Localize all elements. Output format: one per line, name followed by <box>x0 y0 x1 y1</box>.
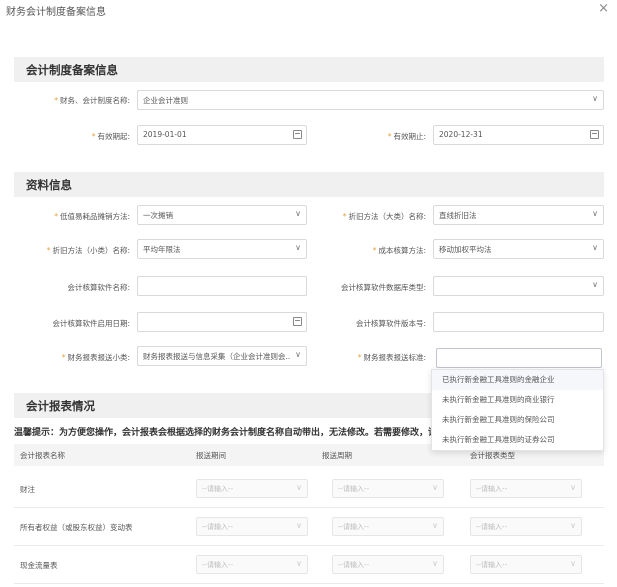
report-std-select[interactable] <box>436 348 602 368</box>
dropdown-option[interactable]: 已执行新金融工具准则的金融企业 <box>432 370 603 390</box>
period-select[interactable]: --请输入-- ∨ <box>196 517 308 536</box>
period-select[interactable]: --请输入-- ∨ <box>196 479 308 498</box>
chevron-down-icon: ∨ <box>296 521 302 530</box>
sw-date-picker[interactable] <box>137 312 307 332</box>
cycle-select[interactable]: --请输入-- ∨ <box>332 555 444 574</box>
section-title: 资料信息 <box>26 178 72 192</box>
report-name: 现金流量表 <box>20 561 58 570</box>
title-bar: 财务会计制度备案信息 × <box>0 0 617 20</box>
valid-from-date[interactable]: 2019-01-01 <box>137 125 307 145</box>
cycle-select[interactable]: --请输入-- ∨ <box>332 479 444 498</box>
system-name-select[interactable]: 企业会计准则 ∨ <box>137 90 604 110</box>
type-select[interactable]: --请输入-- ∨ <box>470 479 582 498</box>
column-header: 报送周期 <box>322 451 352 460</box>
calendar-icon <box>293 317 302 326</box>
sw-name-input[interactable] <box>137 276 307 296</box>
hint-text: 温馨提示：为方便您操作，会计报表会根据选择的财务会计制度名称自动带出，无法修改。… <box>14 428 438 438</box>
dropdown-option[interactable]: 未执行新金融工具准则的保险公司 <box>432 410 603 430</box>
sw-name-label: 会计核算软件名称: <box>67 283 130 292</box>
chevron-down-icon: ∨ <box>295 243 301 252</box>
dropdown-option[interactable]: 未执行新金融工具准则的证券公司 <box>432 430 603 450</box>
required-icon: * <box>372 246 377 255</box>
calendar-icon <box>590 130 599 139</box>
dep-minor-select[interactable]: 平均年限法 ∨ <box>137 239 307 259</box>
report-name: 财注 <box>20 485 35 494</box>
required-icon: * <box>387 132 392 141</box>
section-title: 会计报表情况 <box>26 399 95 413</box>
chevron-down-icon: ∨ <box>592 94 598 103</box>
report-minor-label: * 财务报表报送小类: <box>61 353 130 362</box>
column-header: 报送期间 <box>196 451 226 460</box>
report-std-dropdown: 已执行新金融工具准则的金融企业 未执行新金融工具准则的商业银行 未执行新金融工具… <box>431 369 604 451</box>
section-title: 会计制度备案信息 <box>26 63 118 77</box>
chevron-down-icon: ∨ <box>296 559 302 568</box>
period-select[interactable]: --请输入-- ∨ <box>196 555 308 574</box>
chevron-down-icon: ∨ <box>592 243 598 252</box>
chevron-down-icon: ∨ <box>295 350 301 359</box>
required-icon: * <box>357 353 362 362</box>
type-select[interactable]: --请输入-- ∨ <box>470 555 582 574</box>
chevron-down-icon: ∨ <box>432 483 438 492</box>
cost-method-select[interactable]: 移动加权平均法 ∨ <box>433 239 604 259</box>
chevron-down-icon: ∨ <box>432 559 438 568</box>
sw-db-select[interactable]: ∨ <box>433 276 604 296</box>
required-icon: * <box>54 96 58 105</box>
dep-major-select[interactable]: 直线折旧法 ∨ <box>433 205 604 225</box>
chevron-down-icon: ∨ <box>570 483 576 492</box>
table-row: 现金流量表 --请输入-- ∨ --请输入-- ∨ --请输入-- ∨ <box>14 546 604 584</box>
column-header: 会计报表名称 <box>20 451 65 460</box>
window-title: 财务会计制度备案信息 <box>6 7 106 18</box>
required-icon: * <box>342 212 347 221</box>
dropdown-option[interactable]: 未执行新金融工具准则的商业银行 <box>432 390 603 410</box>
required-icon: * <box>54 212 58 221</box>
section-header-filing: 会计制度备案信息 <box>14 57 604 82</box>
cycle-select[interactable]: --请输入-- ∨ <box>332 517 444 536</box>
dep-major-label: * 折旧方法（大类）名称: <box>342 212 426 221</box>
calendar-icon <box>293 130 302 139</box>
report-minor-select[interactable]: 财务报表报送与信息采集（企业会计准则会... ∨ <box>137 346 307 366</box>
table-row: 所有者权益（或股东权益）变动表 --请输入-- ∨ --请输入-- ∨ --请输入-… <box>14 508 604 546</box>
sw-db-label: 会计核算软件数据库类型: <box>340 283 426 292</box>
chevron-down-icon: ∨ <box>296 483 302 492</box>
low-value-select[interactable]: 一次摊销 ∨ <box>137 205 307 225</box>
report-std-label: * 财务报表报送标准: <box>357 353 426 362</box>
required-icon: * <box>61 353 66 362</box>
section-header-info: 资料信息 <box>14 172 604 197</box>
sw-version-label: 会计核算软件版本号: <box>355 319 426 328</box>
chevron-down-icon: ∨ <box>592 280 598 289</box>
system-name-label: * 财务、会计制度名称: <box>54 96 130 105</box>
column-header: 会计报表类型 <box>470 451 515 460</box>
chevron-down-icon: ∨ <box>295 209 301 218</box>
required-icon: * <box>46 246 51 255</box>
sw-date-label: 会计核算软件启用日期: <box>52 319 130 328</box>
valid-to-label: * 有效期止: <box>387 132 426 141</box>
type-select[interactable]: --请输入-- ∨ <box>470 517 582 536</box>
chevron-down-icon: ∨ <box>432 521 438 530</box>
required-icon: * <box>91 132 96 141</box>
sw-version-input[interactable] <box>433 312 604 332</box>
chevron-down-icon: ∨ <box>570 559 576 568</box>
table-row: 财注 --请输入-- ∨ --请输入-- ∨ --请输入-- ∨ <box>14 470 604 508</box>
low-value-label: * 低值易耗品摊销方法: <box>54 212 130 221</box>
report-name: 所有者权益（或股东权益）变动表 <box>20 523 133 532</box>
close-icon[interactable]: × <box>598 1 609 16</box>
chevron-down-icon: ∨ <box>570 521 576 530</box>
chevron-down-icon: ∨ <box>592 209 598 218</box>
valid-to-date[interactable]: 2020-12-31 <box>433 125 604 145</box>
cost-method-label: * 成本核算方法: <box>372 246 426 255</box>
valid-from-label: * 有效期起: <box>91 132 130 141</box>
dep-minor-label: * 折旧方法（小类）名称: <box>46 246 130 255</box>
